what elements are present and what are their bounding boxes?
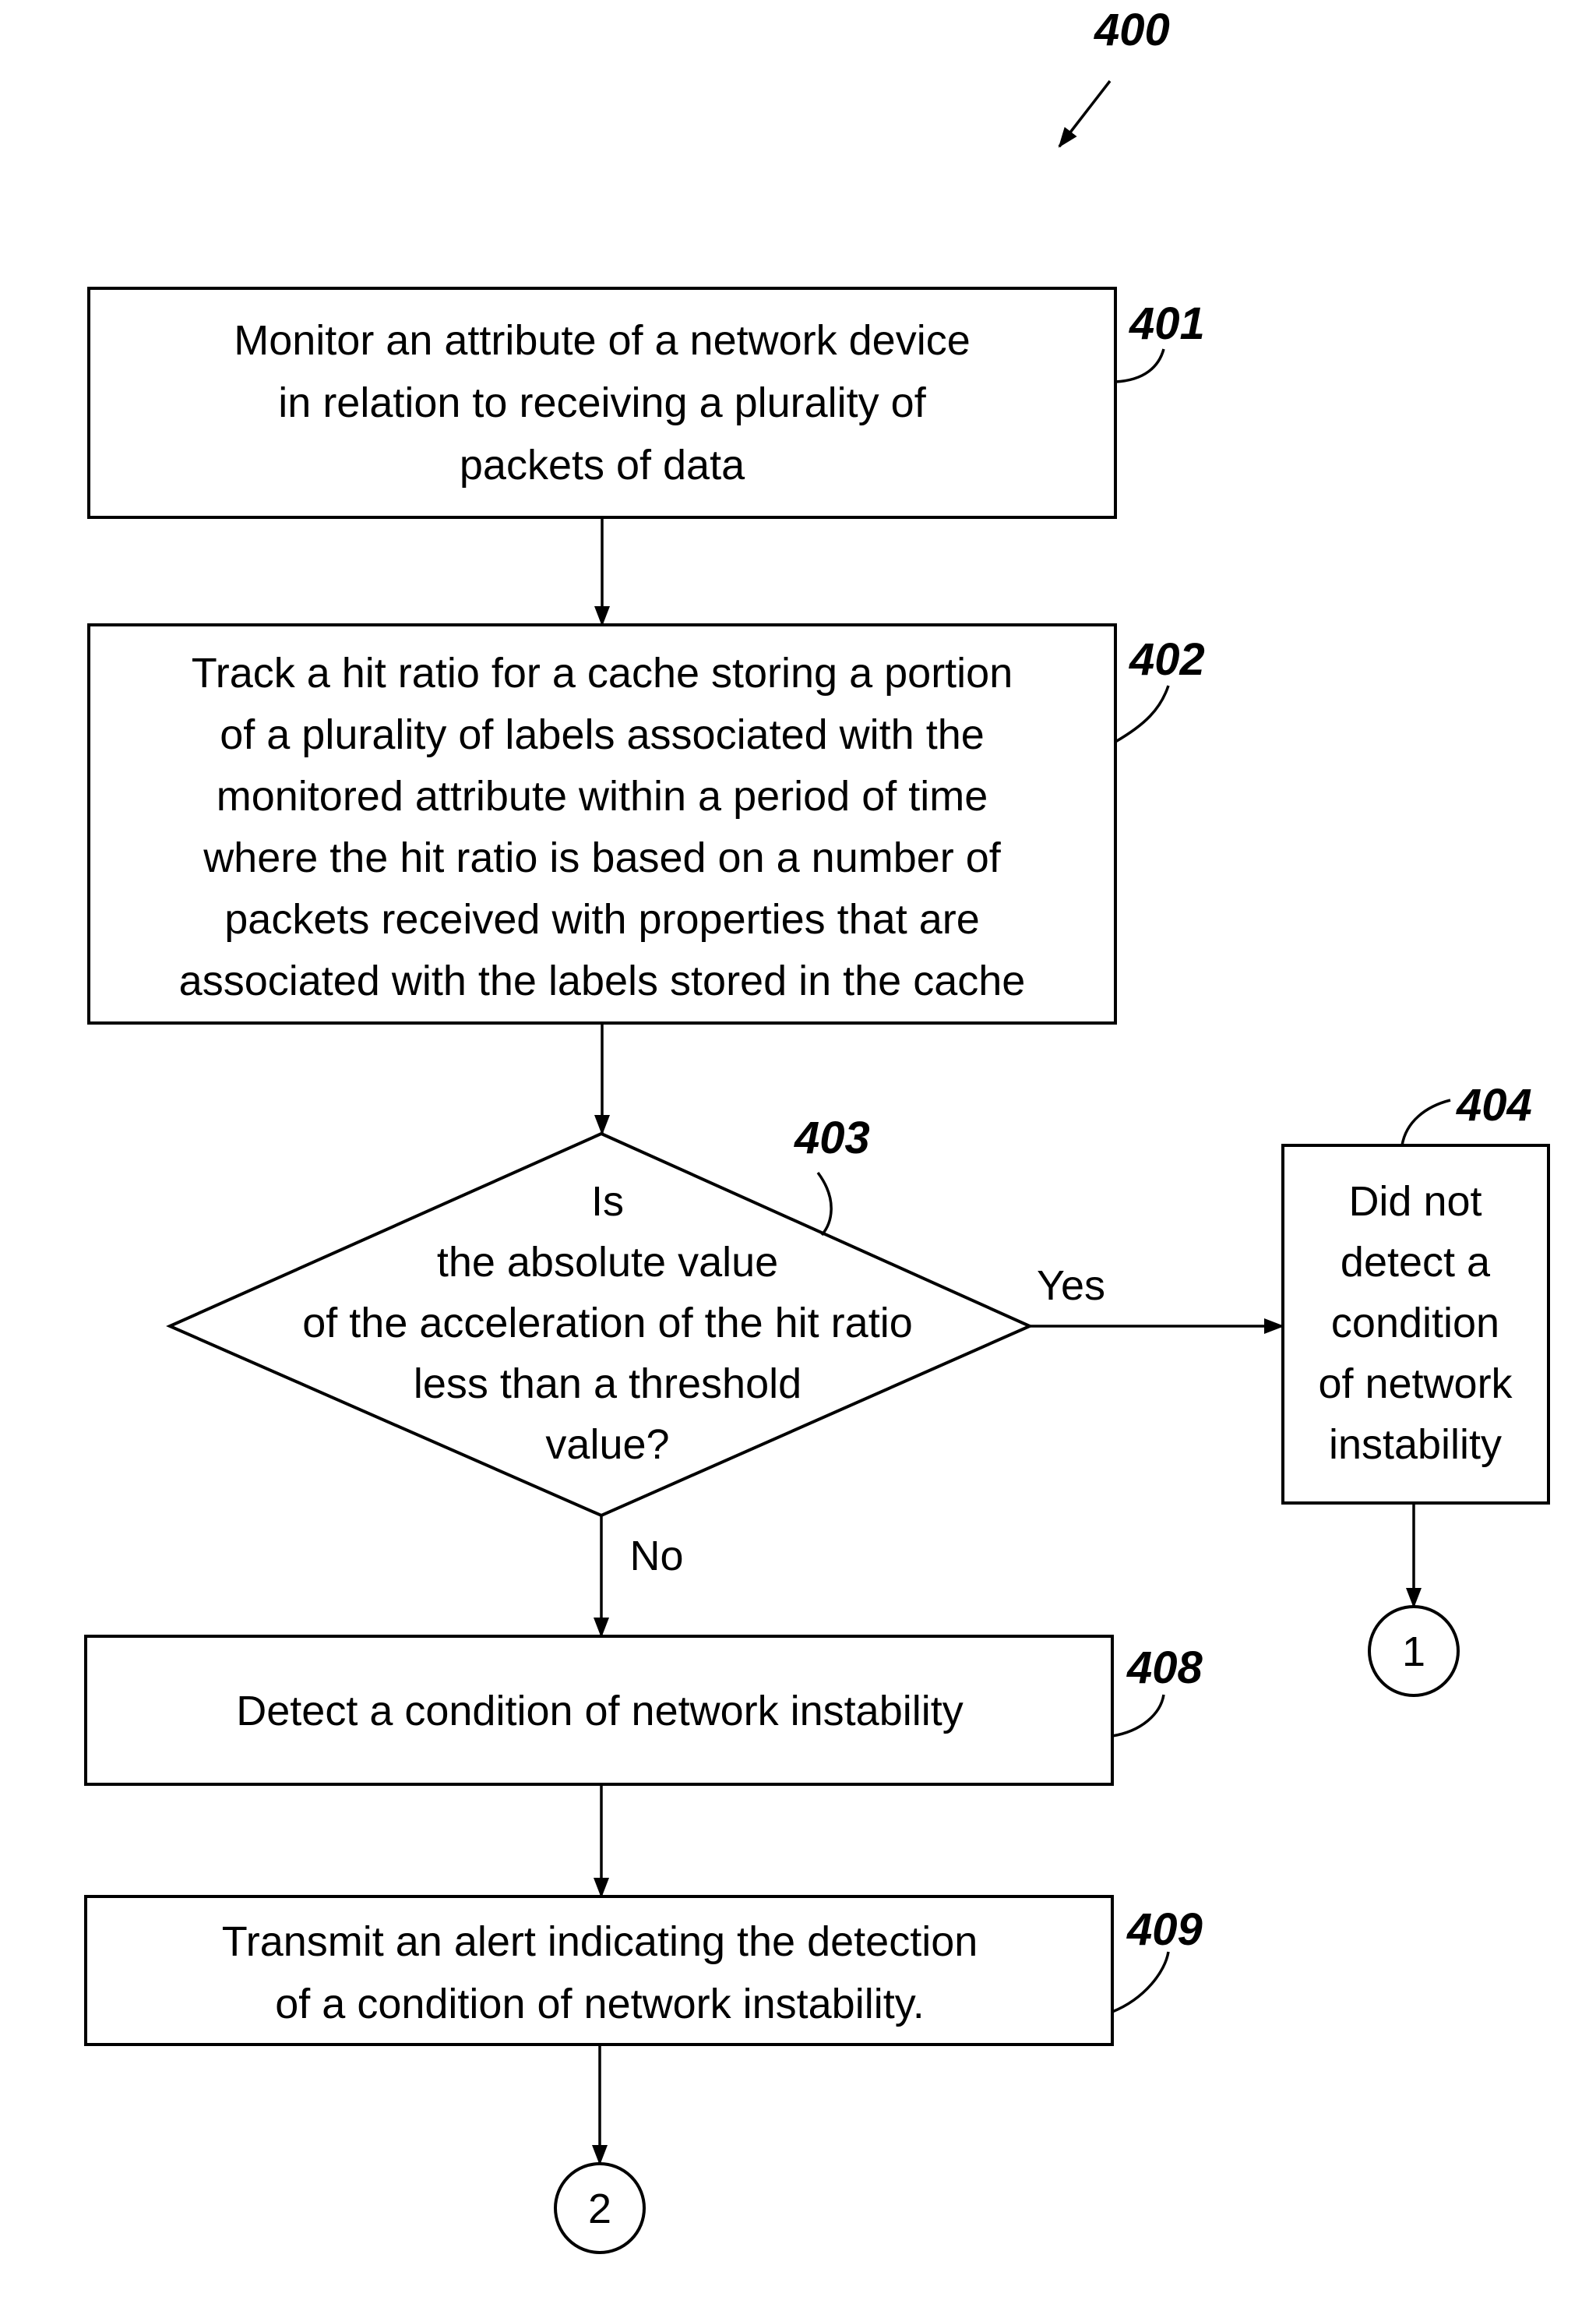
- step-404: Did not detect a condition of network in…: [1281, 1080, 1550, 1505]
- step-402-line: monitored attribute within a period of t…: [217, 773, 988, 820]
- step-402-ref: 402: [1129, 634, 1205, 685]
- connector-2-label: 2: [588, 2186, 611, 2232]
- step-404-line: condition: [1331, 1300, 1499, 1346]
- decision-403-leader: [816, 1171, 833, 1237]
- step-409-ref: 409: [1126, 1904, 1203, 1955]
- step-401-ref: 401: [1129, 298, 1205, 349]
- step-404-ref: 404: [1456, 1080, 1532, 1131]
- decision-403-line: less than a threshold: [414, 1360, 802, 1407]
- decision-403-line: the absolute value: [437, 1239, 778, 1286]
- step-409-line: Transmit an alert indicating the detecti…: [222, 1918, 978, 1965]
- step-402-line: packets received with properties that ar…: [224, 896, 980, 943]
- connector-1: 1: [1368, 1605, 1460, 1697]
- decision-403-line: Is: [591, 1178, 624, 1225]
- step-402-line: Track a hit ratio for a cache storing a …: [192, 650, 1013, 697]
- step-401-line: packets of data: [460, 442, 745, 489]
- figure-ref-400: 400: [1094, 5, 1170, 55]
- flowchart-400: 400 Monitor an attribute of a network de…: [84, 5, 1550, 2254]
- connector-2: 2: [554, 2162, 646, 2254]
- decision-403-line: value?: [545, 1421, 669, 1468]
- step-402-line: of a plurality of labels associated with…: [220, 711, 985, 758]
- decision-403-ref: 403: [794, 1113, 870, 1163]
- step-404-line: of network: [1318, 1360, 1513, 1407]
- connector-1-label: 1: [1402, 1628, 1425, 1675]
- step-408-line: Detect a condition of network instabilit…: [236, 1688, 963, 1734]
- step-401-leader: [1115, 348, 1165, 383]
- step-408: Detect a condition of network instabilit…: [84, 1635, 1203, 1786]
- step-409-line: of a condition of network instability.: [275, 1981, 924, 2027]
- step-404-line: Did not: [1348, 1178, 1481, 1225]
- decision-403-line: of the acceleration of the hit ratio: [302, 1300, 912, 1346]
- step-401-line: Monitor an attribute of a network device: [234, 317, 971, 364]
- step-408-ref: 408: [1126, 1642, 1203, 1693]
- step-409-leader: [1112, 1951, 1170, 2013]
- step-404-leader: [1400, 1099, 1451, 1146]
- step-402-leader: [1115, 685, 1170, 743]
- step-401-line: in relation to receiving a plurality of: [278, 379, 926, 426]
- step-404-line: detect a: [1341, 1239, 1491, 1286]
- step-402: Track a hit ratio for a cache storing a …: [87, 623, 1205, 1025]
- step-408-leader: [1112, 1694, 1165, 1738]
- decision-yes-label: Yes: [1037, 1262, 1105, 1309]
- step-401: Monitor an attribute of a network device…: [87, 287, 1205, 519]
- decision-no-label: No: [629, 1533, 683, 1579]
- step-404-line: instability: [1329, 1421, 1502, 1468]
- step-402-line: where the hit ratio is based on a number…: [203, 834, 1002, 881]
- decision-403: Is the absolute value of the acceleratio…: [166, 1113, 1105, 1579]
- step-402-line: associated with the labels stored in the…: [179, 958, 1026, 1004]
- step-409: Transmit an alert indicating the detecti…: [84, 1895, 1203, 2046]
- figure-ref-arrow: [1058, 79, 1112, 148]
